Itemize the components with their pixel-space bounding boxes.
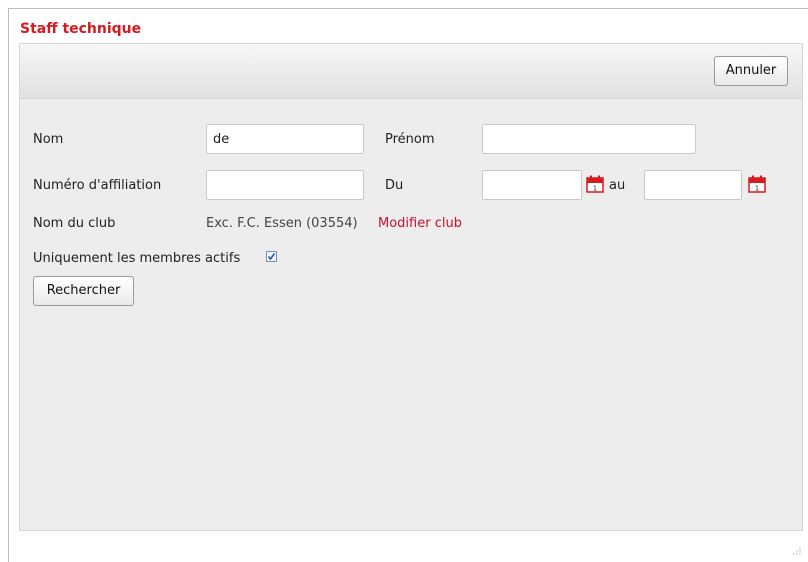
staff-dialog: Staff technique Annuler Nom Prénom Numér…	[8, 8, 808, 562]
modify-club-link[interactable]: Modifier club	[378, 216, 462, 231]
club-label: Nom du club	[33, 216, 116, 231]
resize-grip-icon[interactable]	[792, 546, 802, 556]
svg-text:1: 1	[755, 185, 759, 193]
search-panel: Annuler Nom Prénom Numéro d'affiliation …	[19, 43, 803, 531]
nom-input[interactable]	[206, 124, 364, 154]
prenom-label: Prénom	[385, 132, 435, 147]
du-date-input[interactable]	[482, 170, 582, 200]
svg-text:1: 1	[593, 185, 597, 193]
search-button[interactable]: Rechercher	[33, 276, 134, 306]
du-label: Du	[385, 178, 404, 193]
cancel-button[interactable]: Annuler	[714, 56, 788, 86]
prenom-input[interactable]	[482, 124, 696, 154]
active-members-label: Uniquement les membres actifs	[33, 251, 241, 266]
club-value: Exc. F.C. Essen (03554)	[206, 216, 358, 231]
check-icon	[267, 253, 276, 261]
toolbar: Annuler	[20, 44, 802, 99]
calendar-icon[interactable]: 1	[586, 175, 604, 193]
affiliation-label: Numéro d'affiliation	[33, 178, 162, 193]
au-label: au	[609, 178, 626, 193]
dialog-title: Staff technique	[20, 21, 142, 37]
au-date-input[interactable]	[644, 170, 742, 200]
calendar-icon[interactable]: 1	[748, 175, 766, 193]
nom-label: Nom	[33, 132, 64, 147]
active-members-checkbox[interactable]	[266, 251, 277, 262]
affiliation-input[interactable]	[206, 170, 364, 200]
